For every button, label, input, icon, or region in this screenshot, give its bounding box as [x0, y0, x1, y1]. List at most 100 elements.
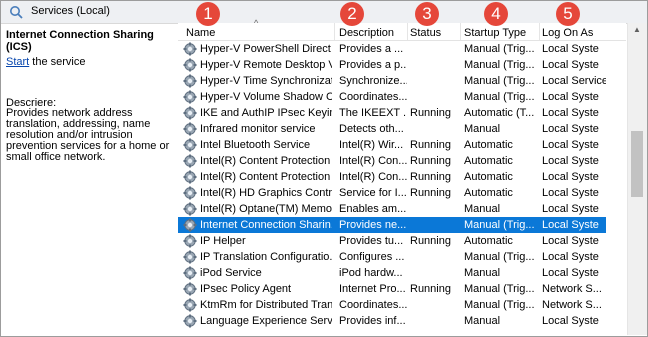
service-row[interactable]: Language Experience Service Provides inf.…: [178, 313, 606, 329]
column-divider[interactable]: [334, 23, 335, 40]
service-name-cell: Intel(R) Content Protection ...: [200, 155, 332, 167]
service-name-cell: IP Translation Configuratio...: [200, 251, 332, 263]
column-header-description[interactable]: Description: [339, 27, 394, 39]
service-startup-cell: Automatic: [464, 139, 513, 151]
service-logon-cell: Local Service: [542, 75, 606, 87]
service-description-cell: Provides a p...: [339, 59, 407, 71]
service-description-cell: Coordinates...: [339, 91, 407, 103]
service-row[interactable]: IKE and AuthIP IPsec Keying... The IKEEXT…: [178, 105, 606, 121]
service-status-cell: Running: [410, 283, 451, 295]
scrollbar-thumb[interactable]: [631, 131, 643, 197]
service-name-cell: Intel Bluetooth Service: [200, 139, 311, 151]
service-logon-cell: Local Syste: [542, 139, 599, 151]
service-gear-icon: [183, 106, 197, 120]
number-badge-5: 5: [556, 2, 580, 26]
column-header-name[interactable]: Name: [186, 27, 215, 39]
service-logon-cell: Local Syste: [542, 43, 599, 55]
service-startup-cell: Automatic: [464, 235, 513, 247]
service-row[interactable]: Intel Bluetooth Service Intel(R) Wir... Ru…: [178, 137, 606, 153]
service-row[interactable]: Hyper-V Volume Shadow C... Coordinates...…: [178, 89, 606, 105]
service-name-cell: Intel(R) HD Graphics Contro...: [200, 187, 332, 199]
service-logon-cell: Local Syste: [542, 171, 599, 183]
service-logon-cell: Network S...: [542, 283, 602, 295]
service-gear-icon: [183, 218, 197, 232]
service-name-cell: IP Helper: [200, 235, 246, 247]
sort-ascending-icon: ^: [254, 18, 259, 28]
service-gear-icon: [183, 186, 197, 200]
service-name-cell: iPod Service: [200, 267, 262, 279]
service-row[interactable]: Hyper-V Time Synchronizat... Synchronize.…: [178, 73, 606, 89]
service-startup-cell: Manual (Trig...: [464, 283, 535, 295]
service-name-cell: IPsec Policy Agent: [200, 283, 292, 295]
service-gear-icon: [183, 282, 197, 296]
column-header-status[interactable]: Status: [410, 27, 441, 39]
service-title: Internet Connection Sharing (ICS): [6, 29, 154, 53]
service-row-selected[interactable]: Internet Connection Sharin... Provides ne…: [178, 217, 606, 233]
service-row[interactable]: Infrared monitor service Detects oth... Ma…: [178, 121, 606, 137]
number-badge-2: 2: [340, 2, 364, 26]
service-gear-icon: [183, 234, 197, 248]
service-row[interactable]: IPsec Policy Agent Internet Pro... Running…: [178, 281, 606, 297]
service-status-cell: Running: [410, 235, 451, 247]
service-gear-icon: [183, 266, 197, 280]
service-name-cell: Hyper-V Remote Desktop Vi...: [200, 59, 332, 71]
service-row[interactable]: Intel(R) Content Protection ... Intel(R) …: [178, 153, 606, 169]
service-description-cell: Service for I...: [339, 187, 407, 199]
service-row[interactable]: IP Translation Configuratio... Configures…: [178, 249, 606, 265]
service-startup-cell: Manual (Trig...: [464, 299, 535, 311]
service-gear-icon: [183, 58, 197, 72]
column-divider[interactable]: [460, 23, 461, 40]
description-text: Provides network address translation, ad…: [6, 107, 170, 163]
service-name-cell: Intel(R) Content Protection ...: [200, 171, 332, 183]
service-row[interactable]: iPod Service iPod hardw... Manual Local Sys…: [178, 265, 606, 281]
scroll-up-arrow-icon[interactable]: ▲: [633, 25, 641, 34]
start-service-link[interactable]: Start: [6, 56, 29, 68]
service-logon-cell: Local Syste: [542, 107, 599, 119]
extended-description-pane: Internet Connection Sharing (ICS) Start …: [0, 23, 178, 335]
vertical-scrollbar[interactable]: ▲: [627, 23, 647, 335]
service-description-cell: Intel(R) Con...: [339, 171, 407, 183]
service-logon-cell: Local Syste: [542, 123, 599, 135]
service-status-cell: Running: [410, 155, 451, 167]
service-gear-icon: [183, 138, 197, 152]
number-badge-3: 3: [415, 2, 439, 26]
column-divider[interactable]: [539, 23, 540, 40]
service-gear-icon: [183, 202, 197, 216]
service-logon-cell: Local Syste: [542, 91, 599, 103]
column-header-startup-type[interactable]: Startup Type: [464, 27, 526, 39]
service-startup-cell: Manual: [464, 315, 501, 327]
service-name-cell: Language Experience Service: [200, 315, 332, 327]
service-row[interactable]: Intel(R) Optane(TM) Memo... Enables am...…: [178, 201, 606, 217]
service-name-cell: Hyper-V PowerShell Direct ...: [200, 43, 332, 55]
service-logon-cell: Local Syste: [542, 219, 599, 231]
service-description-cell: Detects oth...: [339, 123, 404, 135]
service-description-cell: Synchronize...: [339, 75, 407, 87]
service-startup-cell: Manual (Trig...: [464, 219, 535, 231]
service-row[interactable]: Intel(R) HD Graphics Contro... Service fo…: [178, 185, 606, 201]
service-name-cell: IKE and AuthIP IPsec Keying...: [200, 107, 332, 119]
service-logon-cell: Local Syste: [542, 267, 599, 279]
service-name-cell: Hyper-V Time Synchronizat...: [200, 75, 332, 87]
column-header-log-on-as[interactable]: Log On As: [542, 27, 593, 39]
service-row[interactable]: Intel(R) Content Protection ... Intel(R) …: [178, 169, 606, 185]
column-divider[interactable]: [407, 23, 408, 40]
service-startup-cell: Manual (Trig...: [464, 75, 535, 87]
service-description-cell: The IKEEXT ...: [339, 107, 407, 119]
service-gear-icon: [183, 90, 197, 104]
service-startup-cell: Automatic: [464, 155, 513, 167]
service-row[interactable]: Hyper-V Remote Desktop Vi... Provides a p…: [178, 57, 606, 73]
services-list: Name ^ Description Status Startup Type L…: [178, 18, 626, 335]
service-logon-cell: Local Syste: [542, 315, 599, 327]
service-row[interactable]: Hyper-V PowerShell Direct ... Provides a …: [178, 41, 606, 57]
service-description-cell: iPod hardw...: [339, 267, 403, 279]
service-description-cell: Configures ...: [339, 251, 405, 263]
number-badge-4: 4: [484, 2, 508, 26]
number-badge-1: 1: [196, 2, 220, 26]
service-description-cell: Provides inf...: [339, 315, 406, 327]
service-row[interactable]: IP Helper Provides tu... Running Automatic L…: [178, 233, 606, 249]
service-startup-cell: Manual: [464, 267, 501, 279]
service-logon-cell: Local Syste: [542, 203, 599, 215]
service-row[interactable]: KtmRm for Distributed Tran... Coordinates…: [178, 297, 606, 313]
service-name-cell: KtmRm for Distributed Tran...: [200, 299, 332, 311]
service-description-cell: Internet Pro...: [339, 283, 406, 295]
